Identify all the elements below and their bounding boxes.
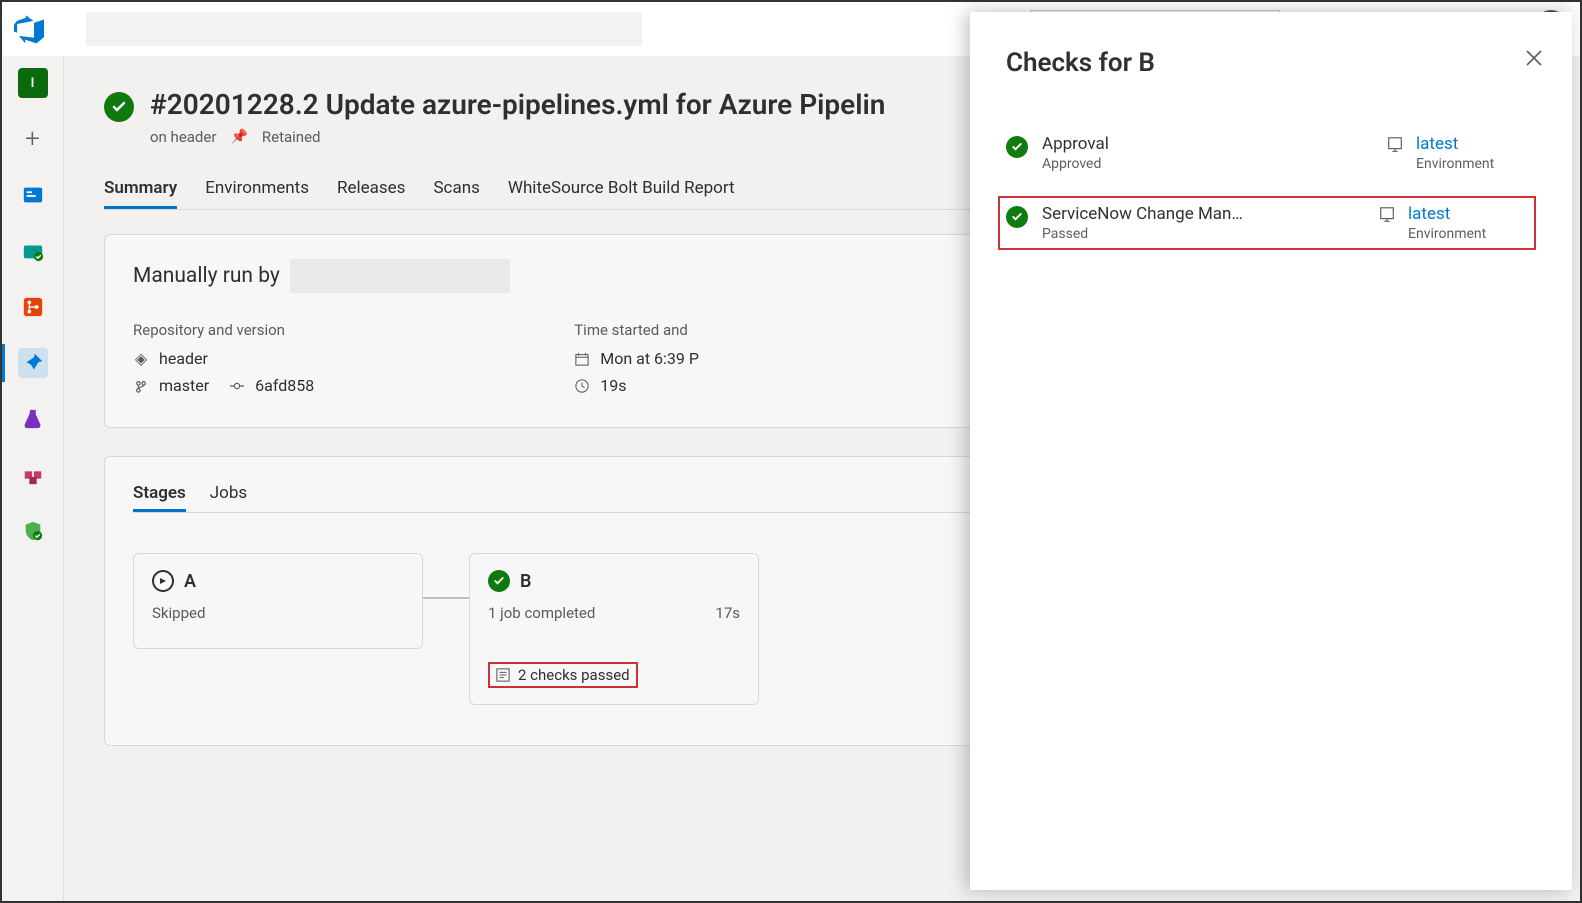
tab-scans[interactable]: Scans xyxy=(433,170,479,209)
environment-icon xyxy=(1378,206,1396,224)
manually-run-label: Manually run by xyxy=(133,264,280,288)
check-name: Approval xyxy=(1042,134,1109,154)
repo-icon: ◈ xyxy=(133,349,149,368)
stage-b-duration: 17s xyxy=(715,604,740,622)
environment-link[interactable]: latest xyxy=(1416,134,1494,154)
check-name: ServiceNow Change Mana… xyxy=(1042,204,1252,224)
retained-label: Retained xyxy=(262,128,321,146)
left-sidebar: I + xyxy=(2,56,64,901)
skipped-icon xyxy=(152,570,174,592)
calendar-icon xyxy=(574,352,590,366)
check-status: Approved xyxy=(1042,156,1109,172)
environment-link[interactable]: latest xyxy=(1408,204,1486,224)
time-section-heading: Time started and xyxy=(574,321,699,339)
tab-whitesource[interactable]: WhiteSource Bolt Build Report xyxy=(508,170,735,209)
branch-icon xyxy=(133,379,149,393)
boards-icon[interactable] xyxy=(18,180,48,210)
pin-icon[interactable]: 📌 xyxy=(230,129,247,145)
top-search-bar[interactable] xyxy=(86,12,642,46)
success-icon xyxy=(1006,206,1028,228)
branch-name[interactable]: master xyxy=(159,376,209,395)
artifacts-icon[interactable] xyxy=(18,460,48,490)
commit-hash[interactable]: 6afd858 xyxy=(255,376,314,395)
panel-close-button[interactable] xyxy=(1524,48,1544,68)
branch-label: on header xyxy=(150,128,216,146)
stage-a-name: A xyxy=(184,571,196,592)
checks-passed-link[interactable]: 2 checks passed xyxy=(488,662,638,688)
stage-a-status: Skipped xyxy=(152,604,205,622)
security-icon[interactable] xyxy=(18,516,48,546)
success-icon xyxy=(488,570,510,592)
checks-panel: Checks for B Approval Approved latest En… xyxy=(970,12,1572,890)
clock-icon xyxy=(574,379,590,393)
panel-title: Checks for B xyxy=(1006,48,1536,78)
stage-b-card[interactable]: B 1 job completed 17s 2 checks passed xyxy=(469,553,759,705)
time-column: Time started and Mon at 6:39 P 19s xyxy=(574,321,699,403)
work-icon[interactable] xyxy=(18,236,48,266)
check-row-servicenow[interactable]: ServiceNow Change Mana… Passed latest En… xyxy=(998,196,1536,250)
pipelines-icon[interactable] xyxy=(18,348,48,378)
stage-a-card[interactable]: A Skipped xyxy=(133,553,423,649)
environment-icon xyxy=(1386,136,1404,154)
commit-icon xyxy=(229,379,245,393)
add-icon[interactable]: + xyxy=(18,124,48,154)
start-time: Mon at 6:39 P xyxy=(600,349,699,368)
stages-tab[interactable]: Stages xyxy=(133,477,186,512)
check-row-approval[interactable]: Approval Approved latest Environment xyxy=(1006,134,1536,172)
run-status-icon xyxy=(104,92,134,122)
environment-type: Environment xyxy=(1408,226,1486,242)
tab-summary[interactable]: Summary xyxy=(104,170,177,209)
success-icon xyxy=(1006,136,1028,158)
azure-devops-logo[interactable] xyxy=(12,12,46,46)
stage-b-status: 1 job completed xyxy=(488,604,595,622)
jobs-tab[interactable]: Jobs xyxy=(210,477,247,512)
repo-name[interactable]: header xyxy=(159,349,208,368)
checks-passed-text: 2 checks passed xyxy=(518,666,630,684)
repo-version-column: Repository and version ◈ header master 6… xyxy=(133,321,314,403)
checklist-icon xyxy=(496,668,510,682)
repos-icon[interactable] xyxy=(18,292,48,322)
project-icon[interactable]: I xyxy=(18,68,48,98)
stage-connector xyxy=(423,597,469,599)
tab-releases[interactable]: Releases xyxy=(337,170,405,209)
check-status: Passed xyxy=(1042,226,1252,242)
tab-environments[interactable]: Environments xyxy=(205,170,309,209)
page-title: #20201228.2 Update azure-pipelines.yml f… xyxy=(150,88,885,121)
test-plans-icon[interactable] xyxy=(18,404,48,434)
repo-section-heading: Repository and version xyxy=(133,321,314,339)
duration: 19s xyxy=(600,376,626,395)
runner-name-redacted xyxy=(290,259,510,293)
environment-type: Environment xyxy=(1416,156,1494,172)
stage-b-name: B xyxy=(520,571,531,592)
